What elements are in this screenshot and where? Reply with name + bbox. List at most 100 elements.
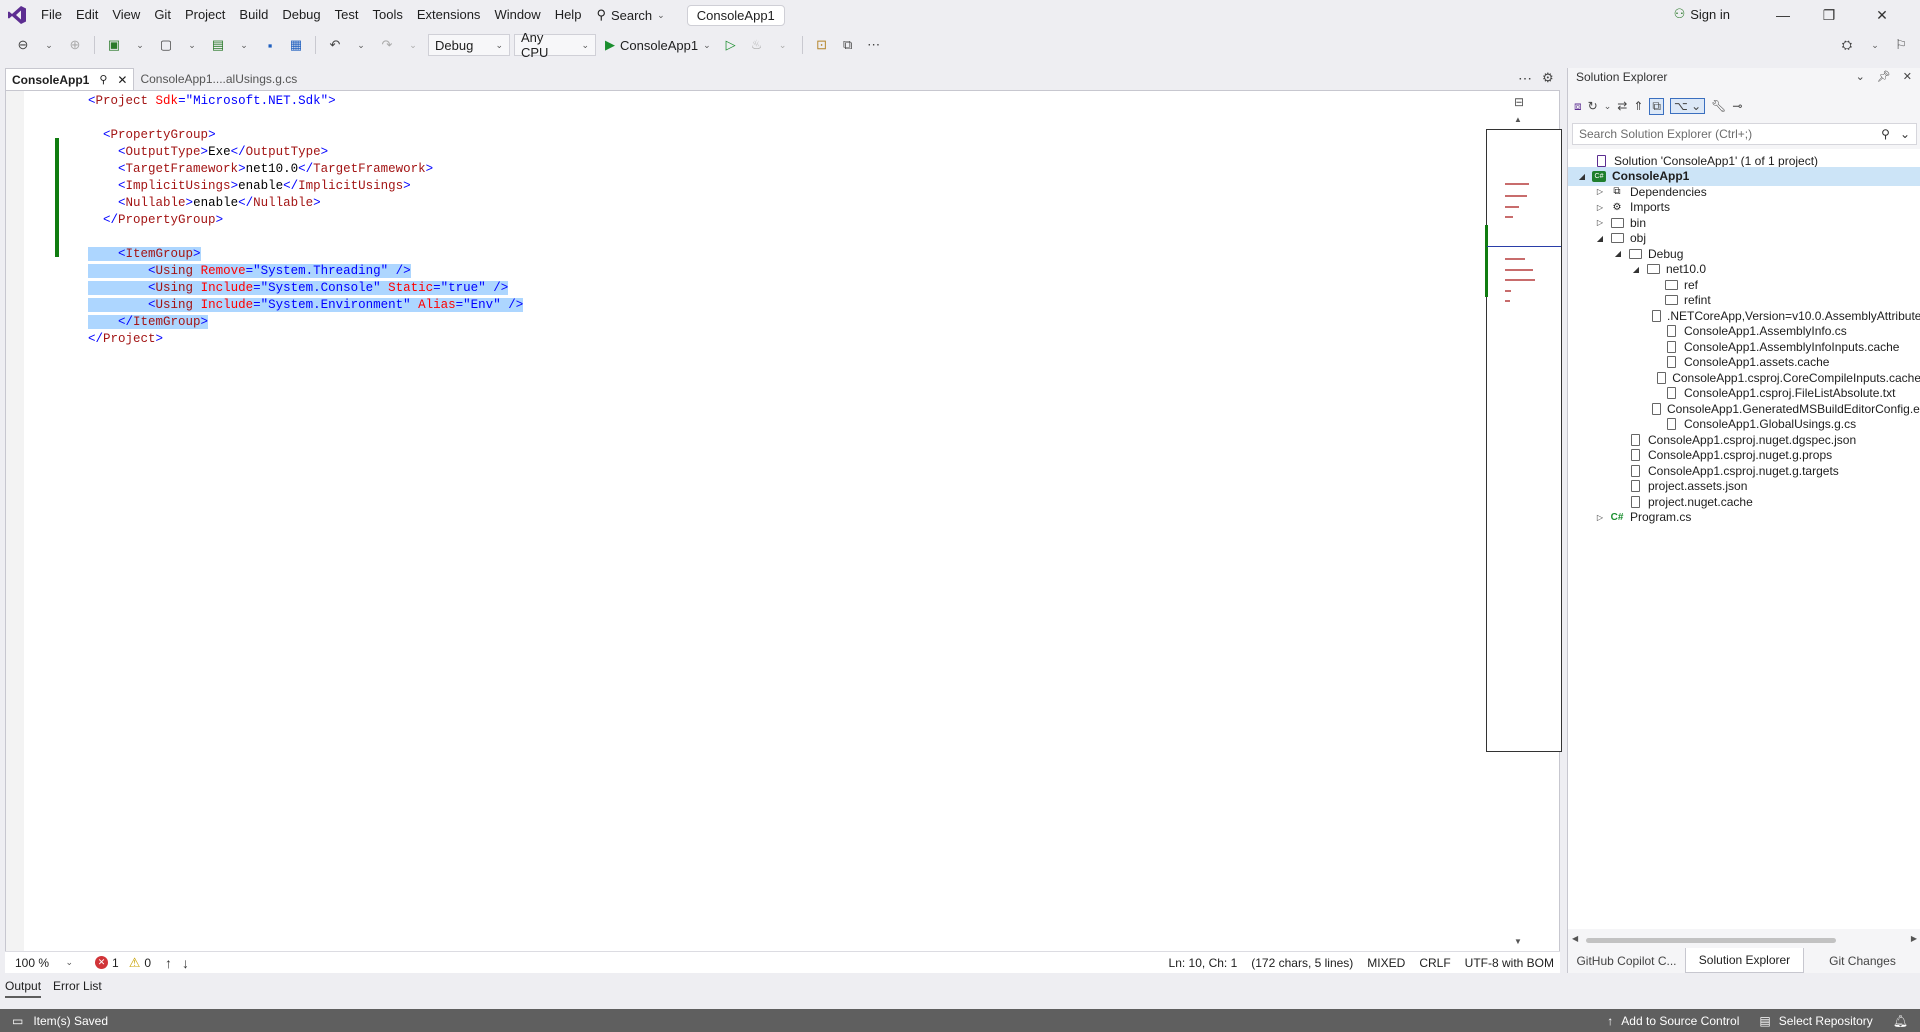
- collapsed-arrow-icon[interactable]: ▷: [1594, 187, 1606, 196]
- tree-item[interactable]: ▷ C# Program.cs: [1568, 508, 1920, 527]
- properties-wrench-icon[interactable]: 🔧︎: [1711, 99, 1726, 113]
- tab-error-list[interactable]: Error List: [53, 979, 102, 998]
- error-indicator[interactable]: ✕ 1: [95, 956, 119, 970]
- pending-changes-filter-icon[interactable]: ↻: [1588, 99, 1598, 113]
- restore-button[interactable]: ❐: [1806, 0, 1852, 30]
- cursor-position[interactable]: Ln: 10, Ch: 1: [1169, 956, 1238, 970]
- windows-icon[interactable]: ⧉: [837, 34, 859, 56]
- menu-window[interactable]: Window: [487, 0, 547, 30]
- split-editor-icon[interactable]: ⊟: [1514, 95, 1524, 109]
- zoom-dropdown[interactable]: 100 % ⌄: [9, 954, 79, 972]
- expanded-arrow-icon[interactable]: ◢: [1612, 249, 1624, 258]
- chevron-down-icon[interactable]: ⌄: [402, 34, 424, 56]
- scroll-right-arrow-icon[interactable]: ▶: [1911, 934, 1917, 943]
- show-all-files-icon[interactable]: ⧉: [1649, 97, 1664, 115]
- more-options-icon[interactable]: ⋯: [863, 34, 885, 56]
- code-editor[interactable]: <Project Sdk="Microsoft.NET.Sdk"> <Prope…: [5, 90, 1562, 973]
- close-icon[interactable]: ✕: [1903, 70, 1912, 83]
- new-file-icon[interactable]: ▢: [155, 34, 177, 56]
- save-icon[interactable]: ▪: [259, 34, 281, 56]
- pin-icon[interactable]: ⚲: [99, 73, 107, 86]
- collapsed-arrow-icon[interactable]: ▷: [1594, 203, 1606, 212]
- expanded-arrow-icon[interactable]: ◢: [1594, 234, 1606, 243]
- scroll-left-arrow-icon[interactable]: ◀: [1572, 934, 1578, 943]
- file-encoding[interactable]: UTF-8 with BOM: [1465, 956, 1554, 970]
- next-issue-icon[interactable]: ↓: [182, 955, 189, 971]
- code-line[interactable]: <ImplicitUsings>enable</ImplicitUsings>: [88, 178, 523, 195]
- code-line[interactable]: <Using Remove="System.Threading" />: [88, 263, 523, 280]
- scroll-down-arrow-icon[interactable]: ▼: [1514, 937, 1522, 946]
- chevron-down-icon[interactable]: ⌄: [1604, 101, 1612, 112]
- chevron-down-icon[interactable]: ⌄: [38, 34, 60, 56]
- navigate-back-icon[interactable]: ⊖: [12, 34, 34, 56]
- filter-icon[interactable]: ⌥ ⌄: [1669, 98, 1706, 114]
- chevron-down-icon[interactable]: ⌄: [233, 34, 255, 56]
- solution-platform-dropdown[interactable]: Any CPU ⌄: [514, 30, 596, 60]
- code-line[interactable]: <PropertyGroup>: [88, 127, 523, 144]
- start-debugging-button[interactable]: ▶ ConsoleApp1 ⌄: [600, 34, 716, 56]
- code-line[interactable]: <ItemGroup>: [88, 246, 523, 263]
- close-icon[interactable]: ✕: [117, 73, 127, 87]
- menu-edit[interactable]: Edit: [69, 0, 105, 30]
- code-line[interactable]: [88, 229, 523, 246]
- chevron-down-icon[interactable]: ⌄: [350, 34, 372, 56]
- code-lines[interactable]: <Project Sdk="Microsoft.NET.Sdk"> <Prope…: [88, 93, 524, 348]
- menu-help[interactable]: Help: [548, 0, 589, 30]
- feedback-icon[interactable]: ⚐: [1890, 34, 1912, 56]
- chevron-down-icon[interactable]: ⌄: [772, 34, 794, 56]
- tab-consoleapp1-csproj[interactable]: ConsoleApp1 ⚲ ✕: [5, 68, 135, 90]
- select-repository-button[interactable]: ▤ Select Repository: [1759, 1014, 1872, 1028]
- expanded-arrow-icon[interactable]: ◢: [1576, 172, 1588, 181]
- indent-mode[interactable]: MIXED: [1367, 956, 1405, 970]
- menu-view[interactable]: View: [105, 0, 147, 30]
- solution-configuration-dropdown[interactable]: Debug ⌄: [428, 34, 510, 56]
- code-line[interactable]: [88, 110, 523, 127]
- previous-issue-icon[interactable]: ↑: [165, 955, 172, 971]
- expanded-arrow-icon[interactable]: ◢: [1630, 265, 1642, 274]
- tab-output[interactable]: Output: [5, 979, 42, 998]
- search-menu[interactable]: ⚲ Search ⌄: [588, 0, 672, 30]
- save-all-icon[interactable]: ▦: [285, 34, 307, 56]
- menu-tools[interactable]: Tools: [365, 0, 409, 30]
- code-line[interactable]: <TargetFramework>net10.0</TargetFramewor…: [88, 161, 523, 178]
- navigate-forward-icon[interactable]: ⊕: [64, 34, 86, 56]
- new-project-icon[interactable]: ▣: [103, 34, 125, 56]
- search-icon[interactable]: ⚲: [1881, 127, 1890, 141]
- code-line[interactable]: <Project Sdk="Microsoft.NET.Sdk">: [88, 93, 523, 110]
- live-share-icon[interactable]: ⛭: [1836, 34, 1858, 56]
- editor-minimap[interactable]: [1485, 129, 1562, 752]
- tab-solution-explorer[interactable]: Solution Explorer: [1685, 948, 1804, 973]
- scrollbar-thumb[interactable]: [1586, 938, 1836, 943]
- find-in-files-icon[interactable]: ⊡: [811, 34, 833, 56]
- switch-views-icon[interactable]: ⧈: [1574, 99, 1582, 114]
- code-line[interactable]: </Project>: [88, 331, 523, 348]
- tab-globalusings[interactable]: ConsoleApp1....alUsings.g.cs: [134, 68, 303, 90]
- code-line[interactable]: </ItemGroup>: [88, 314, 523, 331]
- horizontal-scrollbar[interactable]: ◀ ▶: [1572, 934, 1917, 946]
- start-without-debugging-icon[interactable]: ▷: [720, 34, 742, 56]
- pin-icon[interactable]: 📌︎: [1877, 70, 1891, 83]
- open-icon[interactable]: ▤: [207, 34, 229, 56]
- menu-build[interactable]: Build: [232, 0, 275, 30]
- sync-with-document-icon[interactable]: ⇄: [1617, 99, 1627, 113]
- more-tabs-icon[interactable]: ⋯: [1518, 70, 1532, 87]
- scroll-up-arrow-icon[interactable]: ▲: [1514, 115, 1522, 124]
- hot-reload-icon[interactable]: ♨: [746, 34, 768, 56]
- warning-indicator[interactable]: ⚠ 0: [129, 955, 151, 971]
- chevron-down-icon[interactable]: ⌄: [181, 34, 203, 56]
- menu-project[interactable]: Project: [178, 0, 232, 30]
- collapsed-arrow-icon[interactable]: ▷: [1594, 218, 1606, 227]
- chevron-down-icon[interactable]: ⌄: [1864, 34, 1886, 56]
- sign-in-button[interactable]: ⚇ Sign in: [1674, 6, 1730, 22]
- code-line[interactable]: </PropertyGroup>: [88, 212, 523, 229]
- notifications-bell-icon[interactable]: 🔔︎: [1893, 1014, 1908, 1028]
- undo-icon[interactable]: ↶: [324, 34, 346, 56]
- code-line[interactable]: <Using Include="System.Console" Static="…: [88, 280, 523, 297]
- add-to-source-control-button[interactable]: ↑ Add to Source Control: [1607, 1014, 1739, 1028]
- preview-selected-icon[interactable]: ⊸: [1732, 99, 1742, 113]
- chevron-down-icon[interactable]: ⌄: [1856, 70, 1865, 83]
- code-line[interactable]: <Nullable>enable</Nullable>: [88, 195, 523, 212]
- tab-git-changes[interactable]: Git Changes: [1804, 948, 1920, 973]
- menu-test[interactable]: Test: [328, 0, 366, 30]
- solution-tree[interactable]: Solution 'ConsoleApp1' (1 of 1 project) ◢…: [1568, 149, 1920, 929]
